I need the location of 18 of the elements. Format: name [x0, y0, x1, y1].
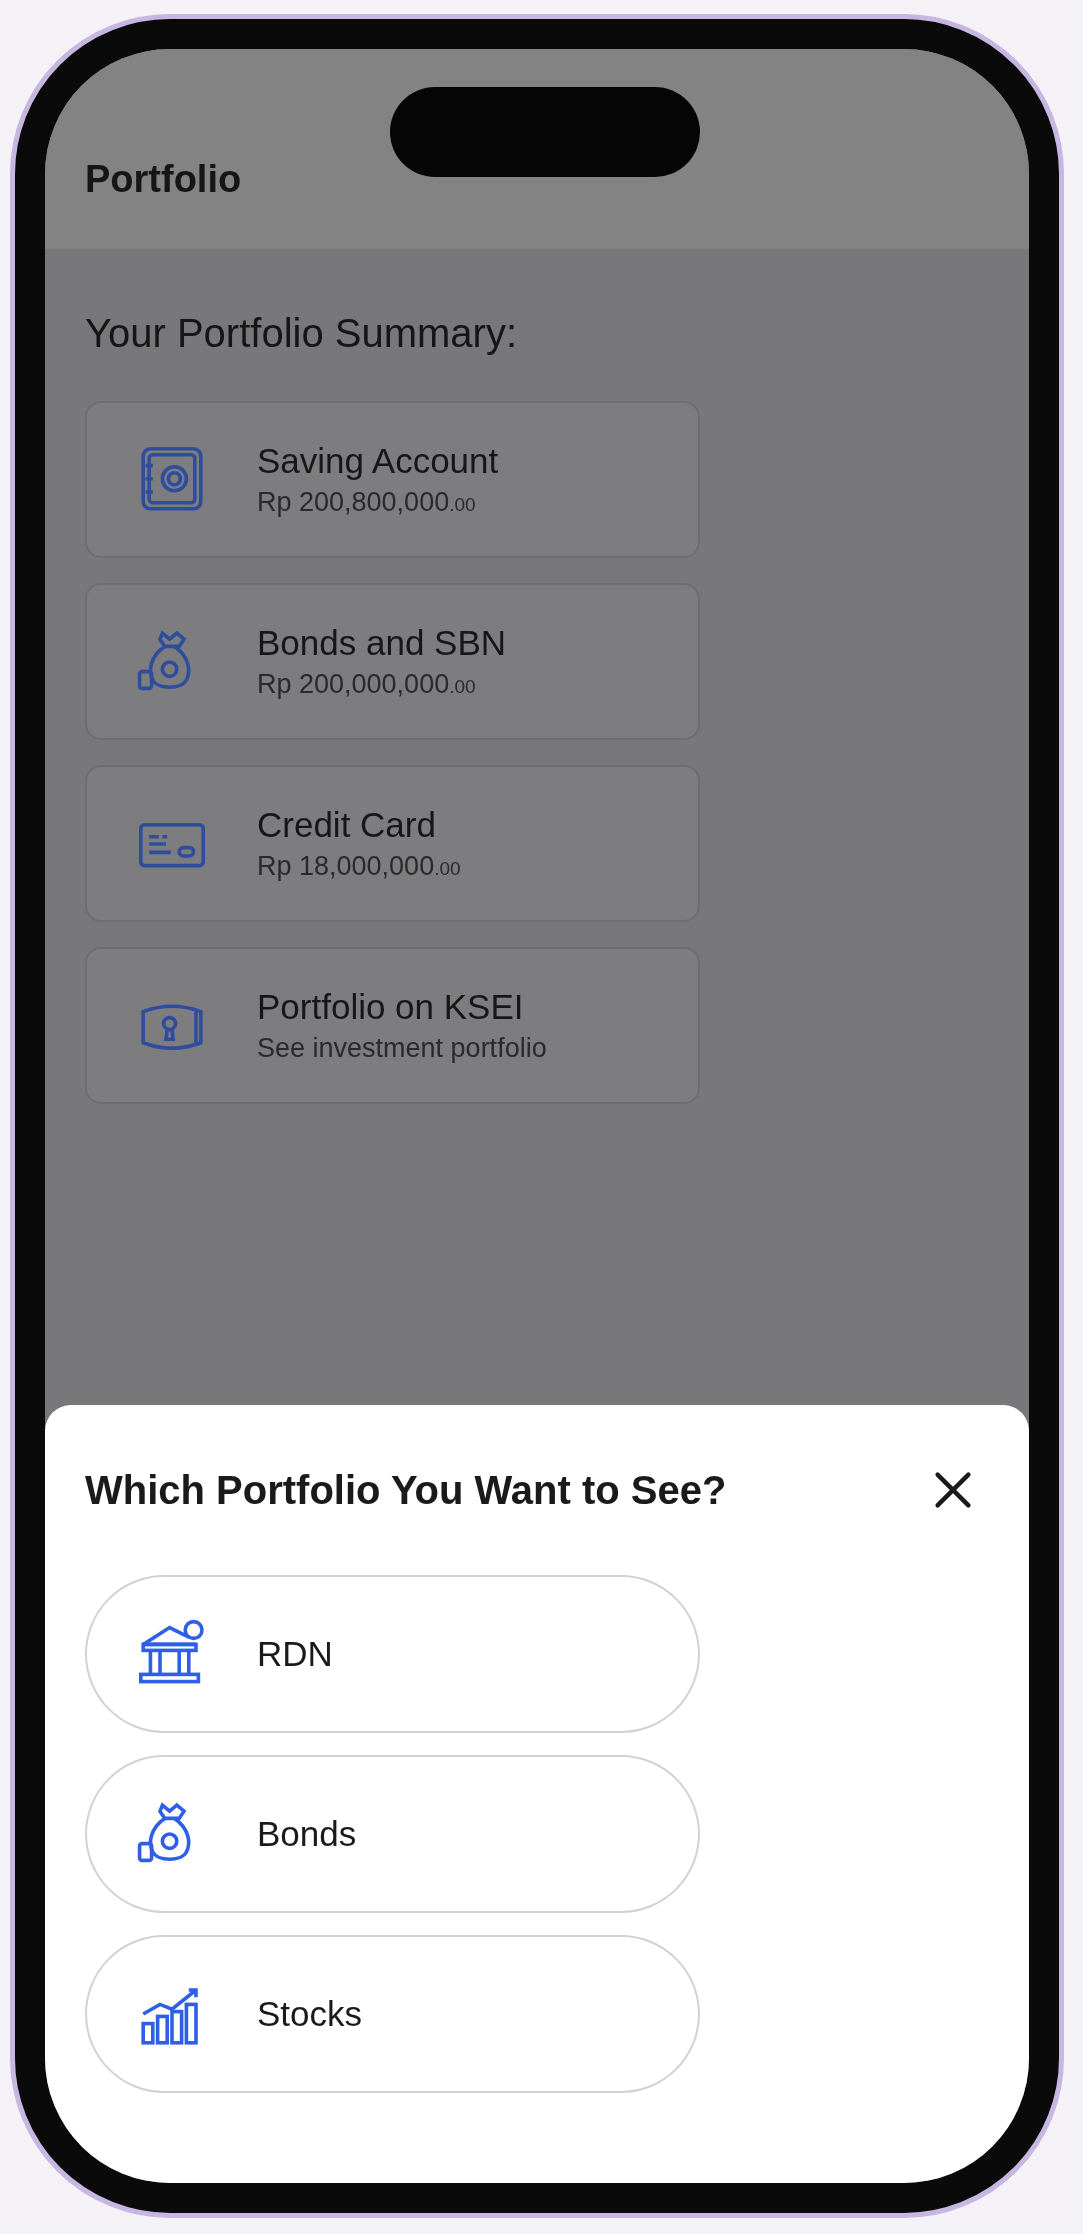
portfolio-card[interactable]: Credit Card Rp 18,000,000.00 [85, 765, 700, 922]
card-title: Credit Card [257, 805, 437, 845]
card-amount: See investment portfolio [257, 1033, 547, 1064]
card-amount: Rp 200,800,000.00 [257, 487, 477, 518]
card-title: Bonds and SBN [257, 623, 507, 663]
portfolio-option[interactable]: RDN [85, 1575, 700, 1733]
card-title: Saving Account [257, 441, 499, 481]
card-title: Portfolio on KSEI [257, 987, 525, 1027]
portfolio-card[interactable]: Saving Account Rp 200,800,000.00 [85, 401, 700, 558]
portfolio-card[interactable]: Portfolio on KSEI See investment portfolio [85, 947, 700, 1104]
page-title: Portfolio [85, 158, 242, 201]
portfolio-option[interactable]: Bonds [85, 1755, 700, 1913]
summary-heading: Your Portfolio Summary: [85, 311, 519, 356]
sheet-title: Which Portfolio You Want to See? [85, 1467, 727, 1513]
portfolio-option[interactable]: Stocks [85, 1935, 700, 2093]
card-amount: Rp 18,000,000.00 [257, 851, 461, 882]
portfolio-card[interactable]: Bonds and SBN Rp 200,000,000.00 [85, 583, 700, 740]
card-amount: Rp 200,000,000.00 [257, 669, 477, 700]
